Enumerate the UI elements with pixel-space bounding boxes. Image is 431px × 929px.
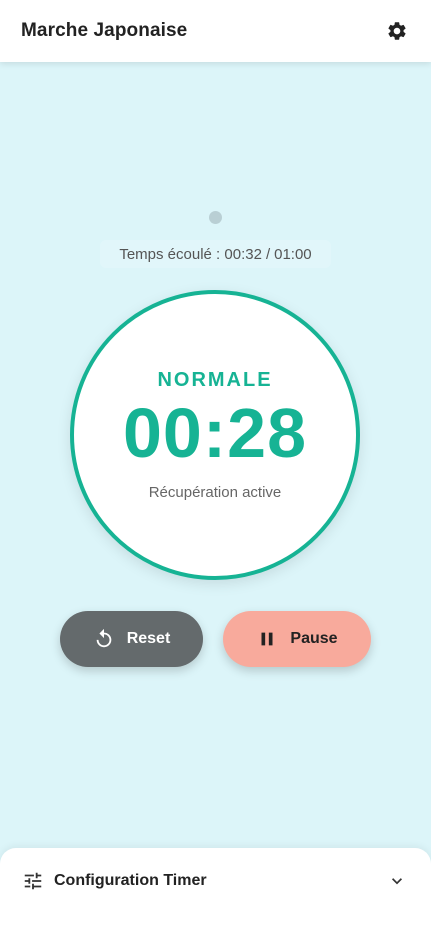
reset-icon (93, 628, 115, 650)
config-title: Configuration Timer (54, 872, 207, 889)
chevron-down-icon[interactable] (387, 870, 407, 892)
pause-button[interactable]: Pause (223, 611, 371, 667)
reset-label: Reset (126, 630, 171, 647)
interval-status: Récupération active (148, 484, 282, 501)
config-panel-toggle[interactable]: Configuration Timer (0, 848, 431, 929)
timer-circle: NORMALE 00:28 Récupération active (70, 290, 360, 580)
elapsed-value: 00:32 (224, 245, 262, 263)
elapsed-time: Temps écoulé : 00:32/01:00 (100, 240, 331, 268)
elapsed-separator: / (265, 245, 271, 263)
status-dot (209, 211, 222, 224)
total-duration: 01:00 (274, 245, 312, 263)
reset-button[interactable]: Reset (60, 611, 203, 667)
settings-button[interactable] (385, 19, 409, 43)
pause-label: Pause (290, 630, 338, 647)
interval-mode: NORMALE (157, 369, 273, 391)
tune-icon (22, 870, 44, 892)
app-title: Marche Japonaise (21, 20, 188, 41)
pause-icon (256, 628, 278, 650)
top-app-bar: Marche Japonaise (0, 0, 431, 62)
gear-icon (388, 22, 406, 40)
elapsed-label: Temps écoulé : (119, 245, 221, 263)
app-root: Marche Japonaise Temps écoulé : 00:32/01… (0, 0, 431, 929)
countdown-display: 00:28 (122, 394, 308, 472)
